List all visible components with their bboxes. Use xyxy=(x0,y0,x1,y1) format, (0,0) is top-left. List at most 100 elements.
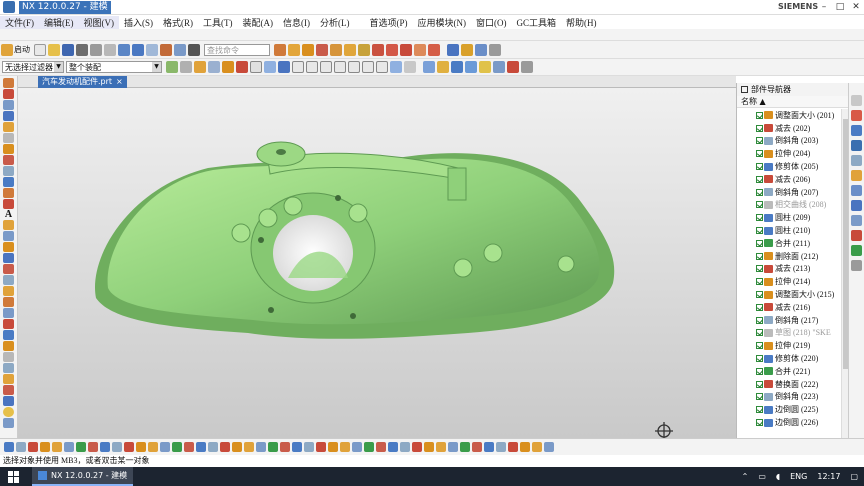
feature-checkbox[interactable] xyxy=(756,214,763,222)
feature-checkbox[interactable] xyxy=(756,380,763,388)
snap-point-icon[interactable] xyxy=(194,61,206,73)
cross-icon[interactable] xyxy=(362,61,374,73)
axis-tool-icon[interactable] xyxy=(3,319,14,329)
bottom-tool-icon[interactable] xyxy=(40,442,50,452)
save-icon[interactable] xyxy=(62,43,74,56)
view-icon[interactable] xyxy=(208,61,220,73)
repeat-command-icon[interactable] xyxy=(160,43,172,56)
point-icon[interactable] xyxy=(334,61,346,73)
assembly-scope-select[interactable]: 整个装配 ▼ xyxy=(66,61,162,73)
open-file-icon[interactable] xyxy=(48,43,60,56)
network-icon[interactable]: ▭ xyxy=(758,472,766,481)
menu-insert[interactable]: 插入(S) xyxy=(119,16,158,29)
feature-checkbox[interactable] xyxy=(756,111,763,119)
feature-row[interactable]: 边倒圆 (225) xyxy=(737,403,841,416)
revolve-icon[interactable] xyxy=(302,43,314,56)
menu-tools[interactable]: 工具(T) xyxy=(198,16,238,29)
tray-chevron-icon[interactable]: ⌃ xyxy=(742,472,749,481)
bottom-tool-icon[interactable] xyxy=(436,442,446,452)
feature-row[interactable]: 拉伸 (204) xyxy=(737,147,841,160)
sketch-icon[interactable] xyxy=(274,43,286,56)
bottom-tool-icon[interactable] xyxy=(400,442,410,452)
feature-row[interactable]: 合并 (211) xyxy=(737,237,841,250)
bottom-tool-icon[interactable] xyxy=(424,442,434,452)
feature-checkbox[interactable] xyxy=(756,329,763,337)
bottom-tool-icon[interactable] xyxy=(532,442,542,452)
feature-row[interactable]: 修剪体 (220) xyxy=(737,352,841,365)
mirror-tool-icon[interactable] xyxy=(3,199,14,209)
bottom-tool-icon[interactable] xyxy=(292,442,302,452)
feature-row[interactable]: 调整面大小 (215) xyxy=(737,288,841,301)
feature-checkbox[interactable] xyxy=(756,291,763,299)
feature-checkbox[interactable] xyxy=(756,342,763,350)
assembly-navigator-icon[interactable] xyxy=(851,95,862,106)
snap-mid-icon[interactable] xyxy=(236,61,248,73)
system-scene-icon[interactable] xyxy=(851,215,862,226)
feature-row[interactable]: 合并 (221) xyxy=(737,365,841,378)
windows-start-icon[interactable] xyxy=(8,470,20,483)
feature-checkbox[interactable] xyxy=(756,419,763,427)
copy-icon[interactable] xyxy=(90,43,102,56)
volume-icon[interactable]: ◖ xyxy=(776,472,780,481)
face-icon[interactable] xyxy=(390,61,402,73)
maximize-button[interactable]: □ xyxy=(834,1,846,13)
light-icon[interactable] xyxy=(437,61,449,73)
feature-checkbox[interactable] xyxy=(756,278,763,286)
bottom-tool-icon[interactable] xyxy=(160,442,170,452)
clock[interactable]: 12:17 xyxy=(817,472,840,481)
engine-cover-model[interactable] xyxy=(18,88,736,438)
feature-checkbox[interactable] xyxy=(756,393,763,401)
feature-row[interactable]: 倒斜角 (203) xyxy=(737,135,841,148)
feature-checkbox[interactable] xyxy=(756,265,763,273)
measure-icon[interactable] xyxy=(461,43,473,56)
bottom-tool-icon[interactable] xyxy=(364,442,374,452)
layer-icon[interactable] xyxy=(447,43,459,56)
palette-icon[interactable] xyxy=(851,245,862,256)
pad-icon[interactable] xyxy=(358,43,370,56)
history-icon[interactable] xyxy=(851,170,862,181)
rectangle-tool-icon[interactable] xyxy=(3,111,14,121)
tab-part-file[interactable]: 汽车发动机配件.prt × xyxy=(38,76,127,88)
menu-preferences[interactable]: 首选项(P) xyxy=(365,16,413,29)
datum-tool-icon[interactable] xyxy=(3,297,14,307)
bottom-tool-icon[interactable] xyxy=(256,442,266,452)
trim-tool-icon[interactable] xyxy=(3,155,14,165)
bottom-tool-icon[interactable] xyxy=(508,442,518,452)
bottom-tool-icon[interactable] xyxy=(316,442,326,452)
polyline-icon[interactable] xyxy=(306,61,318,73)
bottom-tool-icon[interactable] xyxy=(28,442,38,452)
project-tool-icon[interactable] xyxy=(3,242,14,252)
feature-checkbox[interactable] xyxy=(756,188,763,196)
curve-icon[interactable] xyxy=(372,43,384,56)
more-resources-icon[interactable] xyxy=(851,260,862,271)
feature-checkbox[interactable] xyxy=(756,239,763,247)
bottom-tool-icon[interactable] xyxy=(196,442,206,452)
bottom-tool-icon[interactable] xyxy=(460,442,470,452)
extrude-icon[interactable] xyxy=(288,43,300,56)
feature-row[interactable]: 圆柱 (209) xyxy=(737,211,841,224)
feature-row[interactable]: 边倒圆 (226) xyxy=(737,416,841,429)
bottom-tool-icon[interactable] xyxy=(148,442,158,452)
loft-tool-icon[interactable] xyxy=(3,352,14,362)
tilde-icon[interactable] xyxy=(507,61,519,73)
bottom-tool-icon[interactable] xyxy=(268,442,278,452)
hole-icon[interactable] xyxy=(316,43,328,56)
csys-tool-icon[interactable] xyxy=(3,330,14,340)
arc-icon[interactable] xyxy=(320,61,332,73)
feature-row[interactable]: 倒斜角 (217) xyxy=(737,314,841,327)
feature-row[interactable]: 倒斜角 (207) xyxy=(737,186,841,199)
settings-tool-icon[interactable] xyxy=(3,418,14,428)
bottom-tool-icon[interactable] xyxy=(184,442,194,452)
bottom-tool-icon[interactable] xyxy=(112,442,122,452)
feature-row[interactable]: 草图 (218) "SKE xyxy=(737,327,841,340)
circle-tool-icon[interactable] xyxy=(3,100,14,110)
bottom-tool-icon[interactable] xyxy=(100,442,110,452)
extend-tool-icon[interactable] xyxy=(3,166,14,176)
bottom-tool-icon[interactable] xyxy=(496,442,506,452)
feature-checkbox[interactable] xyxy=(756,227,763,235)
feature-row[interactable]: 减去 (216) xyxy=(737,301,841,314)
bottom-tool-icon[interactable] xyxy=(352,442,362,452)
bottom-tool-icon[interactable] xyxy=(280,442,290,452)
bottom-tool-icon[interactable] xyxy=(208,442,218,452)
redo-icon[interactable] xyxy=(146,43,158,56)
